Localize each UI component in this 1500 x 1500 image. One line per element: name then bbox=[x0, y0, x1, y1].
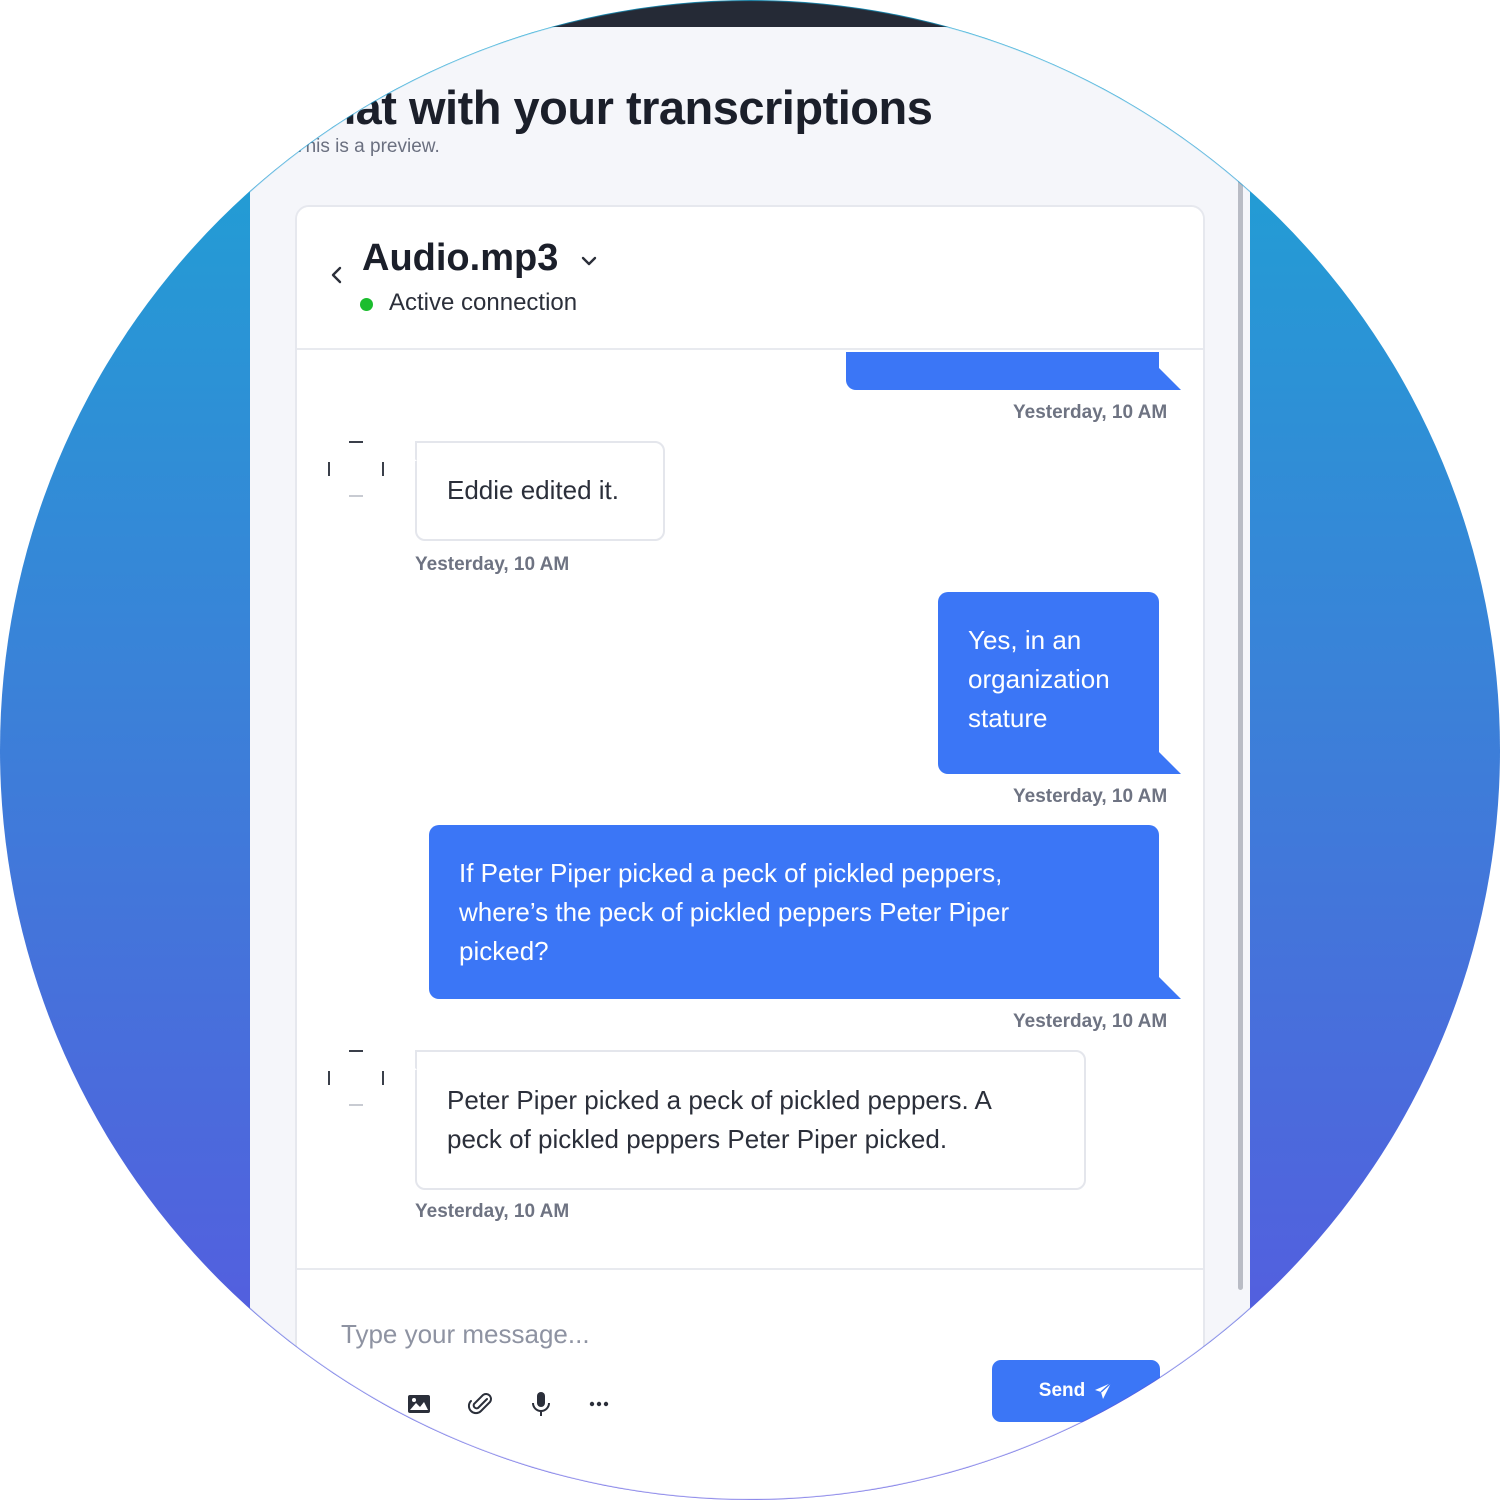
message-text-line: If Peter Piper picked a peck of pickled … bbox=[459, 858, 1003, 888]
page-scrollbar[interactable] bbox=[1238, 40, 1243, 1290]
message-text: Eddie edited it. bbox=[447, 475, 620, 505]
image-icon[interactable] bbox=[405, 1390, 433, 1418]
send-label: Send bbox=[1038, 1380, 1086, 1401]
status-dot bbox=[360, 298, 373, 311]
connection-status: Active connection bbox=[389, 289, 578, 316]
page-subtitle: This is a preview. bbox=[294, 136, 440, 157]
message-bubble-outgoing: Yes, in an organization stature bbox=[938, 592, 1181, 774]
message-bubble-outgoing bbox=[846, 352, 1181, 390]
message-text-line: peck of pickled peppers Peter Piper pick… bbox=[447, 1124, 948, 1154]
chat-header: Audio.mp3 Active connection bbox=[297, 207, 1203, 350]
message-timestamp: Yesterday, 10 AM bbox=[1013, 402, 1168, 423]
microphone-icon[interactable] bbox=[527, 1390, 555, 1418]
message-text-line: where’s the peck of pickled peppers Pete… bbox=[459, 897, 1010, 927]
page-title: Chat with your transcriptions bbox=[294, 81, 933, 134]
app-panel: Chat with your transcriptions This is a … bbox=[250, 0, 1250, 1500]
stage: Chat with your transcriptions This is a … bbox=[0, 0, 1500, 1500]
top-bar bbox=[250, 0, 1250, 27]
message-timestamp: Yesterday, 10 AM bbox=[415, 554, 570, 575]
message-timestamp: Yesterday, 10 AM bbox=[1013, 1011, 1168, 1032]
avatar bbox=[328, 441, 384, 497]
more-icon[interactable] bbox=[585, 1390, 613, 1418]
message-bubble-outgoing: If Peter Piper picked a peck of pickled … bbox=[429, 825, 1181, 999]
message-text-line: Peter Piper picked a peck of pickled pep… bbox=[447, 1085, 992, 1115]
chat-card: Audio.mp3 Active connection Yesterday, 1… bbox=[295, 205, 1205, 1500]
avatar bbox=[328, 1050, 384, 1106]
paper-plane-icon bbox=[1095, 1382, 1112, 1399]
message-text-line: stature bbox=[968, 703, 1048, 733]
message-bubble-incoming: Eddie edited it. bbox=[397, 441, 665, 541]
message-timestamp: Yesterday, 10 AM bbox=[415, 1201, 570, 1222]
message-bubble-incoming: Peter Piper picked a peck of pickled pep… bbox=[397, 1050, 1086, 1190]
message-list[interactable]: Yesterday, 10 AM Eddie edited it. Yester… bbox=[297, 352, 1203, 1268]
message-text-line: picked? bbox=[459, 936, 549, 966]
message-text-line: organization bbox=[968, 664, 1110, 694]
paperclip-icon[interactable] bbox=[467, 1390, 495, 1418]
composer: Send bbox=[297, 1268, 1203, 1500]
file-name[interactable]: Audio.mp3 bbox=[362, 237, 558, 280]
back-arrow-icon[interactable] bbox=[327, 265, 347, 285]
history-icon[interactable] bbox=[343, 1390, 371, 1418]
chevron-down-icon[interactable] bbox=[579, 251, 599, 271]
send-button[interactable]: Send bbox=[992, 1360, 1160, 1422]
message-timestamp: Yesterday, 10 AM bbox=[1013, 786, 1168, 807]
message-input[interactable] bbox=[341, 1314, 941, 1354]
message-text-line: Yes, in an bbox=[968, 625, 1082, 655]
